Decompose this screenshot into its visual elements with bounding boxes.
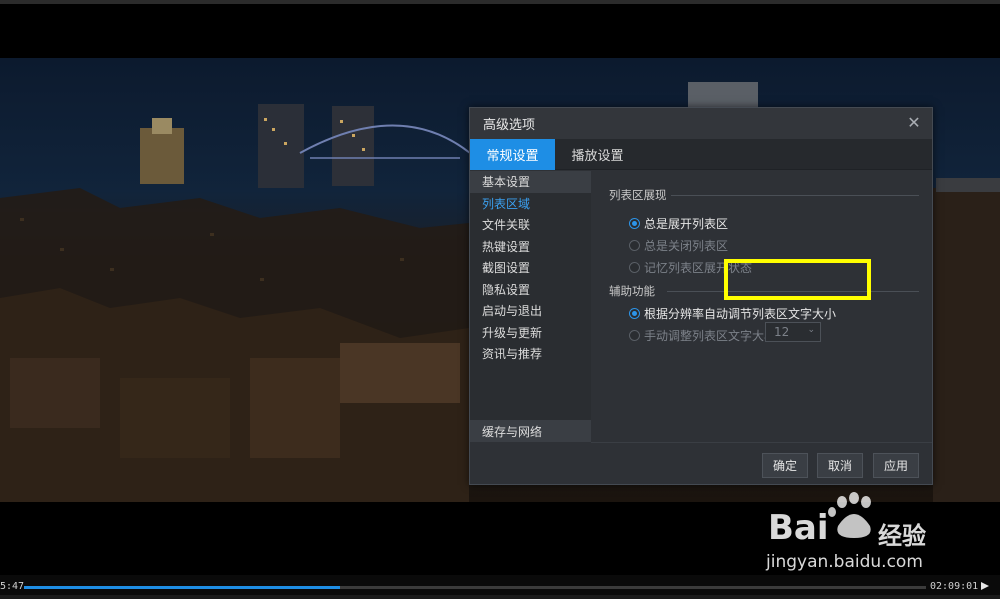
close-icon[interactable]: ✕ bbox=[906, 115, 922, 131]
progress-bar[interactable] bbox=[24, 586, 926, 589]
elapsed-time: 5:47 bbox=[0, 581, 25, 592]
option-label: 总是展开列表区 bbox=[644, 217, 729, 231]
watermark-brand-left: Bai bbox=[768, 508, 829, 548]
option-label: 总是关闭列表区 bbox=[644, 239, 729, 253]
font-size-select[interactable]: 12 ⌄ bbox=[765, 322, 821, 342]
sidebar-item-screenshot-settings[interactable]: 截图设置 bbox=[470, 257, 591, 279]
option-label: 根据分辨率自动调节列表区文字大小 bbox=[644, 307, 837, 321]
settings-sidebar: 基本设置 列表区域 文件关联 热键设置 截图设置 隐私设置 启动与退出 升级与更… bbox=[470, 171, 591, 442]
sidebar-item-basic-settings[interactable]: 基本设置 bbox=[470, 171, 591, 193]
advanced-options-dialog: 高级选项 ✕ 常规设置 播放设置 基本设置 列表区域 文件关联 热键设置 截图设… bbox=[469, 107, 933, 485]
sidebar-item-list-area[interactable]: 列表区域 bbox=[470, 193, 591, 215]
top-strip bbox=[0, 0, 1000, 4]
option-auto-font-size[interactable]: 根据分辨率自动调节列表区文字大小 bbox=[629, 305, 836, 322]
sidebar-item-privacy-settings[interactable]: 隐私设置 bbox=[470, 279, 591, 301]
sidebar-item-hotkey-settings[interactable]: 热键设置 bbox=[470, 236, 591, 258]
sidebar-item-cache-network[interactable]: 缓存与网络 bbox=[470, 420, 591, 442]
settings-content: 列表区展现 总是展开列表区 总是关闭列表区 记忆列表区展开状态 辅助功能 根据分… bbox=[591, 171, 932, 442]
section-accessibility-title: 辅助功能 bbox=[609, 284, 655, 298]
bottom-edge bbox=[0, 595, 1000, 599]
dialog-title: 高级选项 bbox=[483, 118, 536, 133]
watermark-url: jingyan.baidu.com bbox=[766, 552, 923, 572]
tab-playback-settings[interactable]: 播放设置 bbox=[555, 139, 640, 170]
radio-checked-icon[interactable] bbox=[629, 308, 640, 319]
dialog-tabs: 常规设置 播放设置 bbox=[470, 139, 932, 170]
font-size-value: 12 bbox=[774, 325, 790, 339]
baidu-jingyan-watermark: Bai 经验 jingyan.baidu.com bbox=[766, 492, 946, 582]
annotation-highlight-box bbox=[724, 259, 871, 300]
radio-checked-icon[interactable] bbox=[629, 218, 640, 229]
tab-general-settings[interactable]: 常规设置 bbox=[470, 139, 555, 170]
sidebar-item-startup-exit[interactable]: 启动与退出 bbox=[470, 300, 591, 322]
watermark-brand-right: 经验 bbox=[878, 522, 926, 550]
sidebar-item-news-recommend[interactable]: 资讯与推荐 bbox=[470, 343, 591, 365]
cancel-button[interactable]: 取消 bbox=[817, 453, 863, 478]
chevron-down-icon: ⌄ bbox=[807, 325, 815, 335]
total-time: 02:09:01 bbox=[930, 581, 979, 592]
sidebar-item-upgrade-update[interactable]: 升级与更新 bbox=[470, 322, 591, 344]
dialog-titlebar[interactable]: 高级选项 ✕ bbox=[470, 108, 932, 139]
dialog-footer: 确定 取消 应用 bbox=[591, 442, 932, 484]
option-always-close[interactable]: 总是关闭列表区 bbox=[629, 237, 728, 254]
progress-fill bbox=[24, 586, 340, 589]
option-manual-font-size[interactable]: 手动调整列表区文字大小 bbox=[629, 327, 776, 344]
apply-button[interactable]: 应用 bbox=[873, 453, 919, 478]
radio-unchecked-icon[interactable] bbox=[629, 240, 640, 251]
option-always-expand[interactable]: 总是展开列表区 bbox=[629, 215, 728, 232]
radio-unchecked-icon[interactable] bbox=[629, 262, 640, 273]
ok-button[interactable]: 确定 bbox=[762, 453, 808, 478]
option-label: 手动调整列表区文字大小 bbox=[644, 329, 777, 343]
section-list-display-title: 列表区展现 bbox=[609, 188, 667, 202]
sidebar-item-file-association[interactable]: 文件关联 bbox=[470, 214, 591, 236]
play-icon[interactable] bbox=[980, 581, 990, 591]
section-divider bbox=[671, 195, 919, 196]
radio-unchecked-icon[interactable] bbox=[629, 330, 640, 341]
